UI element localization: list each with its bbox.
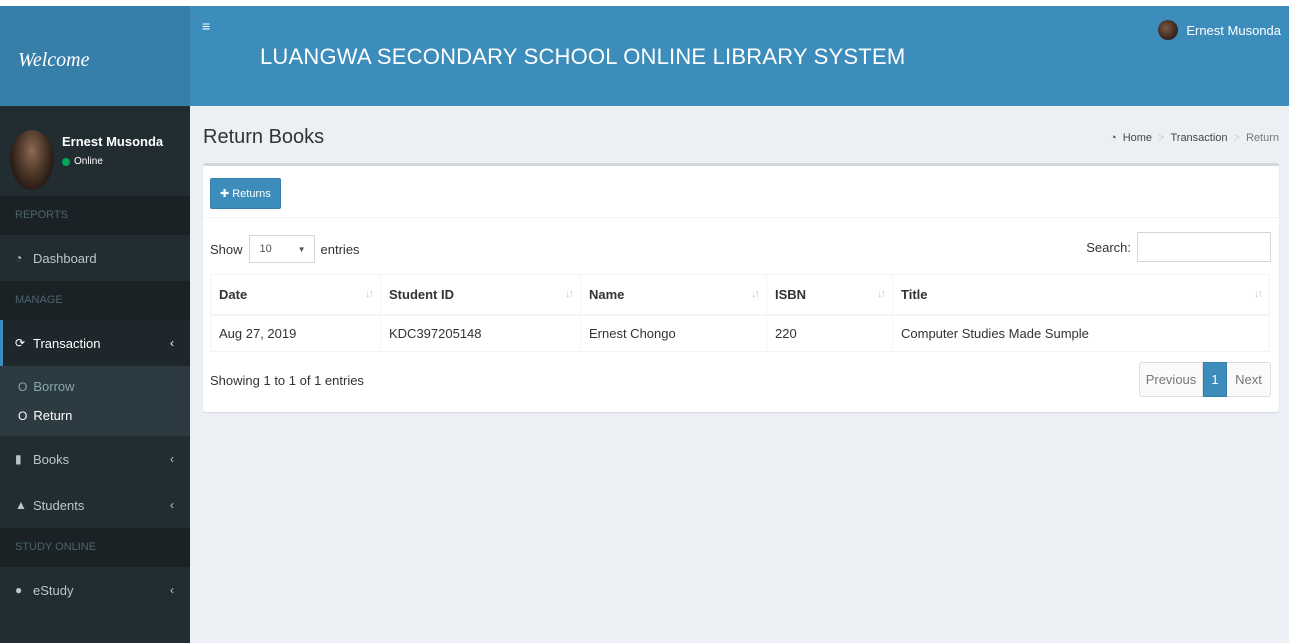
user-status: Online — [62, 156, 103, 167]
top-navbar: ≡ LUANGWA SECONDARY SCHOOL ONLINE LIBRAR… — [190, 6, 1289, 106]
page-title: Return Books — [203, 126, 325, 148]
logo[interactable]: Welcome — [0, 6, 190, 106]
table-row: Aug 27, 2019 KDC397205148 Ernest Chongo … — [210, 314, 1270, 352]
search-label: Search: — [1086, 239, 1131, 255]
table-header-row: Date ↓↑ Student ID ↓↑ Name ↓↑ ISBN ↓↑ Title ↓… — [210, 274, 1270, 316]
search-input[interactable] — [1137, 232, 1271, 262]
breadcrumb: ◔ Home > Transaction > Return — [1110, 132, 1279, 144]
plus-icon: ✚ — [220, 188, 230, 200]
content-header: Return Books ◔ Home > Transaction > Retu… — [190, 106, 1289, 162]
add-returns-button[interactable]: ✚ Returns — [210, 178, 281, 209]
chevron-left-icon: ‹ — [170, 452, 174, 466]
circle-icon: O — [18, 408, 28, 423]
logo-text: Welcome — [18, 48, 90, 71]
pagination: Previous 1 Next — [1139, 362, 1271, 397]
user-panel: Ernest Musonda Online — [0, 106, 190, 196]
box-header: ✚ Returns — [203, 166, 1279, 218]
sort-icon: ↓↑ — [565, 288, 574, 300]
hamburger-icon[interactable]: ≡ — [202, 18, 210, 34]
circle-icon: O — [18, 379, 28, 394]
dashboard-icon: ◔ — [1110, 132, 1117, 144]
column-isbn[interactable]: ISBN ↓↑ — [766, 274, 893, 316]
breadcrumb-home[interactable]: Home — [1123, 132, 1152, 144]
graduation-cap-icon: ▲ — [15, 498, 27, 512]
returns-box: ✚ Returns Show 10 ▼ entries Search: Date… — [203, 163, 1279, 412]
page-1-button[interactable]: 1 — [1203, 362, 1227, 397]
online-dot-icon — [62, 157, 70, 166]
caret-down-icon: ▼ — [297, 244, 306, 254]
sort-icon: ↓↑ — [365, 288, 374, 300]
column-title[interactable]: Title ↓↑ — [892, 274, 1270, 316]
sidebar-item-return[interactable]: O Return — [0, 401, 190, 430]
column-name[interactable]: Name ↓↑ — [580, 274, 767, 316]
section-study-online: STUDY ONLINE — [0, 528, 190, 567]
chevron-left-icon: ‹ — [170, 336, 174, 350]
sort-icon: ↓↑ — [751, 288, 760, 300]
section-reports: REPORTS — [0, 196, 190, 235]
column-date[interactable]: Date ↓↑ — [210, 274, 381, 316]
breadcrumb-transaction[interactable]: Transaction — [1170, 132, 1227, 144]
sidebar-item-transaction[interactable]: ⟳ Transaction ‹ — [0, 320, 190, 366]
dashboard-icon: ◔ — [15, 251, 23, 265]
cell-student-id: KDC397205148 — [380, 314, 581, 352]
breadcrumb-current: Return — [1245, 132, 1279, 144]
transaction-submenu: O Borrow O Return — [0, 366, 190, 436]
chevron-left-icon: ‹ — [170, 498, 174, 512]
breadcrumb-separator: > — [1158, 132, 1165, 144]
avatar — [1158, 20, 1179, 40]
sidebar-item-borrow[interactable]: O Borrow — [0, 372, 190, 401]
returns-table: Date ↓↑ Student ID ↓↑ Name ↓↑ ISBN ↓↑ Title ↓… — [210, 274, 1270, 352]
user-panel-name: Ernest Musonda — [62, 134, 164, 149]
user-menu-name: Ernest Musonda — [1186, 22, 1281, 38]
datatable-controls: Show 10 ▼ entries Search: — [203, 232, 1279, 264]
cell-isbn: 220 — [766, 314, 893, 352]
cell-title: Computer Studies Made Sumple — [892, 314, 1270, 352]
sort-icon: ↓↑ — [1254, 288, 1263, 300]
app-title: LUANGWA SECONDARY SCHOOL ONLINE LIBRARY … — [260, 44, 906, 69]
entries-select[interactable]: 10 ▼ — [248, 235, 315, 263]
search-area: Search: — [1086, 232, 1271, 262]
sort-icon: ↓↑ — [877, 288, 886, 300]
breadcrumb-separator: > — [1233, 132, 1240, 144]
sidebar-item-estudy[interactable]: ● eStudy ‹ — [0, 567, 190, 613]
chevron-left-icon: ‹ — [170, 583, 174, 597]
previous-page-button[interactable]: Previous — [1139, 362, 1203, 397]
cell-name: Ernest Chongo — [580, 314, 767, 352]
table-info: Showing 1 to 1 of 1 entries — [210, 373, 364, 388]
sidebar: Ernest Musonda Online REPORTS ◔ Dashboar… — [0, 106, 190, 643]
column-student-id[interactable]: Student ID ↓↑ — [380, 274, 581, 316]
refresh-icon: ⟳ — [15, 336, 26, 350]
next-page-button[interactable]: Next — [1227, 362, 1271, 397]
show-entries: Show 10 ▼ entries — [210, 235, 360, 263]
user-avatar — [10, 130, 54, 190]
user-menu[interactable]: Ernest Musonda — [1158, 20, 1281, 40]
sidebar-item-books[interactable]: ▮ Books ‹ — [0, 436, 190, 482]
book-icon: ▮ — [15, 452, 22, 466]
sidebar-item-dashboard[interactable]: ◔ Dashboard — [0, 235, 190, 281]
cell-date: Aug 27, 2019 — [210, 314, 381, 352]
section-manage: MANAGE — [0, 281, 190, 320]
sidebar-item-students[interactable]: ▲ Students ‹ — [0, 482, 190, 528]
globe-icon: ● — [15, 583, 23, 597]
